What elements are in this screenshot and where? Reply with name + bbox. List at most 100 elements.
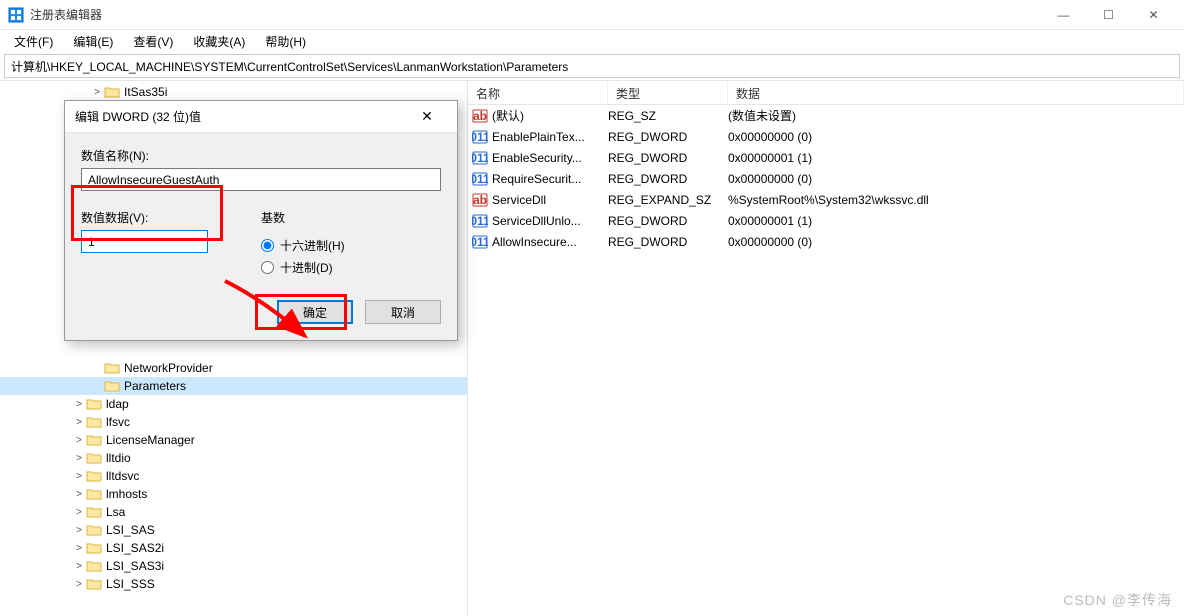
expand-icon[interactable]: >	[72, 577, 86, 591]
dword-value-icon: 011	[472, 234, 488, 250]
menu-edit[interactable]: 编辑(E)	[65, 31, 121, 52]
svg-text:011: 011	[472, 214, 488, 228]
tree-item-label: LSI_SAS3i	[106, 559, 164, 573]
dword-value-icon: 011	[472, 213, 488, 229]
minimize-button[interactable]: —	[1041, 0, 1086, 29]
tree-item[interactable]: > ItSas35i	[0, 83, 467, 101]
list-row[interactable]: 011EnableSecurity...REG_DWORD0x00000001 …	[468, 147, 1184, 168]
tree-item-label: lfsvc	[106, 415, 130, 429]
tree-item[interactable]: > LSI_SAS	[0, 521, 467, 539]
expand-icon[interactable]: >	[72, 469, 86, 483]
cell-name: RequireSecurit...	[492, 172, 608, 186]
tree-item[interactable]: > LSI_SAS2i	[0, 539, 467, 557]
tree-item[interactable]: > LSI_SSS	[0, 575, 467, 593]
cell-name: EnablePlainTex...	[492, 130, 608, 144]
tree-item-label: LSI_SSS	[106, 577, 155, 591]
list-row[interactable]: 011RequireSecurit...REG_DWORD0x00000000 …	[468, 168, 1184, 189]
expand-icon[interactable]: >	[90, 85, 104, 99]
folder-icon	[104, 379, 120, 393]
cell-type: REG_DWORD	[608, 130, 728, 144]
cell-type: REG_DWORD	[608, 235, 728, 249]
tree-item[interactable]: > lfsvc	[0, 413, 467, 431]
radix-label: 基数	[261, 209, 345, 226]
cell-type: REG_DWORD	[608, 214, 728, 228]
tree-item[interactable]: >LicenseManager	[0, 431, 467, 449]
ok-button[interactable]: 确定	[277, 300, 353, 324]
list-pane[interactable]: 名称 类型 数据 ab(默认)REG_SZ(数值未设置) 011 EnablePla…	[468, 81, 1184, 616]
tree-item[interactable]: >Lsa	[0, 503, 467, 521]
col-header-data[interactable]: 数据	[728, 81, 1184, 104]
close-button[interactable]: ✕	[1131, 0, 1176, 29]
list-row[interactable]: 011AllowInsecure...REG_DWORD0x00000000 (…	[468, 231, 1184, 252]
value-data-input[interactable]	[81, 230, 208, 253]
tree-item[interactable]: > ldap	[0, 395, 467, 413]
folder-icon	[104, 361, 120, 375]
dialog-close-button[interactable]: ✕	[407, 102, 447, 132]
tree-item-label: lmhosts	[106, 487, 147, 501]
menu-help[interactable]: 帮助(H)	[257, 31, 314, 52]
expand-icon[interactable]: >	[72, 559, 86, 573]
expand-icon[interactable]: >	[72, 433, 86, 447]
list-row[interactable]: 011ServiceDllUnlo...REG_DWORD0x00000001 …	[468, 210, 1184, 231]
tree-item-label: ItSas35i	[124, 85, 167, 99]
folder-icon	[86, 469, 102, 483]
col-header-name[interactable]: 名称	[468, 81, 608, 104]
value-name-label: 数值名称(N):	[81, 147, 441, 164]
svg-text:011: 011	[472, 130, 488, 144]
list-header: 名称 类型 数据	[468, 81, 1184, 105]
radix-hex-radio[interactable]	[261, 239, 274, 252]
folder-icon	[86, 451, 102, 465]
radix-dec-radio[interactable]	[261, 261, 274, 274]
tree-item-label: ldap	[106, 397, 129, 411]
menubar: 文件(F) 编辑(E) 查看(V) 收藏夹(A) 帮助(H)	[0, 30, 1184, 52]
edit-dword-dialog: 编辑 DWORD (32 位)值 ✕ 数值名称(N): 数值数据(V): 基数 …	[64, 100, 458, 341]
expand-icon[interactable]: >	[72, 487, 86, 501]
tree-item[interactable]: Parameters	[0, 377, 467, 395]
svg-text:ab: ab	[473, 193, 487, 207]
expand-icon	[90, 379, 104, 393]
expand-icon[interactable]: >	[72, 505, 86, 519]
cell-name: ServiceDllUnlo...	[492, 214, 608, 228]
menu-file[interactable]: 文件(F)	[6, 31, 61, 52]
expand-icon[interactable]: >	[72, 415, 86, 429]
folder-icon	[86, 541, 102, 555]
list-row[interactable]: abServiceDllREG_EXPAND_SZ%SystemRoot%\Sy…	[468, 189, 1184, 210]
cell-data: 0x00000001 (1)	[728, 151, 1184, 165]
titlebar: 注册表编辑器 — ☐ ✕	[0, 0, 1184, 30]
tree-item[interactable]: > lmhosts	[0, 485, 467, 503]
cell-name: AllowInsecure...	[492, 235, 608, 249]
tree-item[interactable]: > LSI_SAS3i	[0, 557, 467, 575]
cell-type: REG_DWORD	[608, 151, 728, 165]
dword-value-icon: 011	[472, 129, 488, 145]
cancel-button[interactable]: 取消	[365, 300, 441, 324]
tree-item-label: LSI_SAS2i	[106, 541, 164, 555]
svg-text:011: 011	[472, 151, 488, 165]
expand-icon[interactable]: >	[72, 523, 86, 537]
expand-icon[interactable]: >	[72, 397, 86, 411]
address-bar[interactable]: 计算机\HKEY_LOCAL_MACHINE\SYSTEM\CurrentCon…	[4, 54, 1180, 78]
col-header-type[interactable]: 类型	[608, 81, 728, 104]
tree-item[interactable]: NetworkProvider	[0, 359, 467, 377]
tree-item-label: LSI_SAS	[106, 523, 155, 537]
folder-icon	[86, 415, 102, 429]
radix-hex-option[interactable]: 十六进制(H)	[261, 234, 345, 256]
window-controls: — ☐ ✕	[1041, 0, 1176, 29]
folder-icon	[86, 505, 102, 519]
menu-view[interactable]: 查看(V)	[125, 31, 181, 52]
tree-item[interactable]: > lltdio	[0, 449, 467, 467]
folder-icon	[104, 85, 120, 99]
value-name-input[interactable]	[81, 168, 441, 191]
radix-dec-option[interactable]: 十进制(D)	[261, 256, 345, 278]
list-row[interactable]: 011EnablePlainTex...REG_DWORD0x00000000 …	[468, 126, 1184, 147]
cell-type: REG_SZ	[608, 109, 728, 123]
cell-type: REG_DWORD	[608, 172, 728, 186]
tree-item[interactable]: >lltdsvc	[0, 467, 467, 485]
expand-icon[interactable]: >	[72, 451, 86, 465]
tree-item-label: lltdio	[106, 451, 131, 465]
dialog-titlebar[interactable]: 编辑 DWORD (32 位)值 ✕	[65, 101, 457, 133]
expand-icon[interactable]: >	[72, 541, 86, 555]
maximize-button[interactable]: ☐	[1086, 0, 1131, 29]
list-row[interactable]: ab(默认)REG_SZ(数值未设置)	[468, 105, 1184, 126]
menu-favorites[interactable]: 收藏夹(A)	[185, 31, 253, 52]
dword-value-icon: 011	[472, 150, 488, 166]
